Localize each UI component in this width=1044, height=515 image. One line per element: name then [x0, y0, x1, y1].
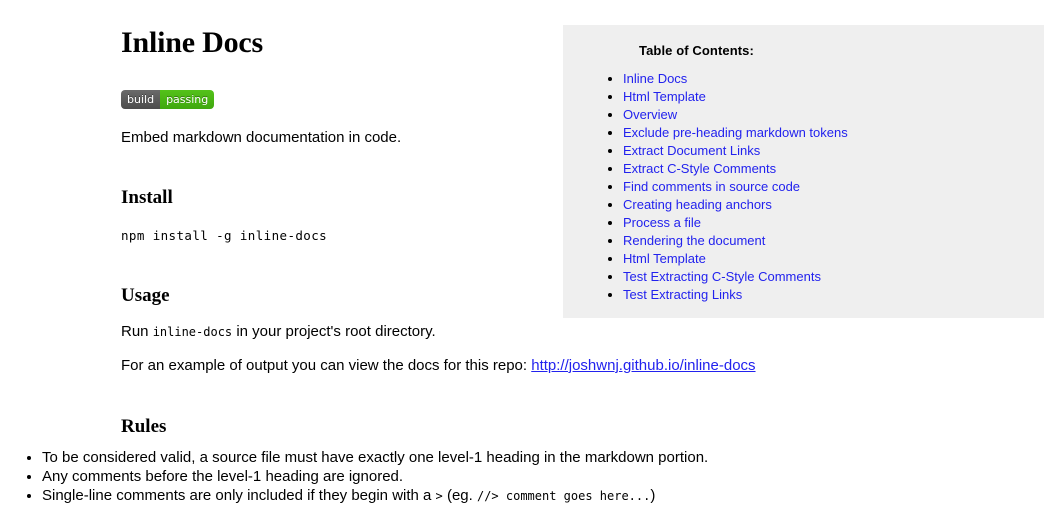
toc-title: Table of Contents:: [639, 43, 754, 58]
heading-usage: Usage: [121, 285, 170, 306]
heading-install: Install: [121, 187, 173, 208]
inline-code: //> comment goes here...: [476, 489, 651, 503]
usage-example-prefix: For an example of output you can view th…: [121, 357, 532, 374]
toc-list-item: Rendering the document: [623, 232, 1034, 250]
toc-list-item: Find comments in source code: [623, 178, 1034, 196]
usage-run-paragraph: Run inline-docs in your project's root d…: [121, 322, 436, 342]
tagline-text: Embed markdown documentation in code.: [121, 129, 402, 146]
toc-link[interactable]: Test Extracting Links: [623, 287, 742, 302]
toc-link[interactable]: Overview: [623, 107, 677, 122]
rules-list-item: Single-line comments are only included i…: [42, 486, 962, 506]
toc-list-item: Creating heading anchors: [623, 196, 1034, 214]
toc-link[interactable]: Test Extracting C-Style Comments: [623, 269, 821, 284]
rules-list-item: Any comments before the level-1 heading …: [42, 467, 962, 486]
rules-list-item: To be considered valid, a source file mu…: [42, 448, 962, 467]
badge-status: passing: [160, 90, 215, 109]
toc-list-item: Inline Docs: [623, 70, 1034, 88]
rule-text: To be considered valid, a source file mu…: [42, 449, 709, 466]
toc-list-item: Html Template: [623, 250, 1034, 268]
toc-link[interactable]: Html Template: [623, 251, 706, 266]
toc-list-item: Extract Document Links: [623, 142, 1034, 160]
rules-list: To be considered valid, a source file mu…: [20, 448, 962, 506]
toc-list-item: Test Extracting C-Style Comments: [623, 268, 1034, 286]
toc-link[interactable]: Extract Document Links: [623, 143, 760, 158]
toc-list-item: Html Template: [623, 88, 1034, 106]
toc-list-item: Extract C-Style Comments: [623, 160, 1034, 178]
usage-run-prefix: Run: [121, 323, 153, 340]
toc-list-item: Exclude pre-heading markdown tokens: [623, 124, 1034, 142]
toc-list-item: Test Extracting Links: [623, 286, 1034, 304]
toc-link[interactable]: Html Template: [623, 89, 706, 104]
toc-link[interactable]: Extract C-Style Comments: [623, 161, 776, 176]
toc-link[interactable]: Find comments in source code: [623, 179, 800, 194]
toc-list-item: Overview: [623, 106, 1034, 124]
usage-run-suffix: in your project's root directory.: [232, 323, 436, 340]
rule-text: Any comments before the level-1 heading …: [42, 468, 404, 485]
toc-link[interactable]: Inline Docs: [623, 71, 687, 86]
page-title: Inline Docs: [121, 26, 263, 59]
toc-link[interactable]: Process a file: [623, 215, 701, 230]
repo-docs-link[interactable]: http://joshwnj.github.io/inline-docs: [531, 357, 755, 374]
toc-list: Inline Docs Html Template Overview Exclude …: [601, 70, 1034, 304]
rule-text: (eg.: [442, 487, 477, 504]
install-command-code: npm install -g inline-docs: [121, 228, 328, 243]
rule-text: Single-line comments are only included i…: [42, 487, 436, 504]
toc-link[interactable]: Exclude pre-heading markdown tokens: [623, 125, 848, 140]
toc-link[interactable]: Creating heading anchors: [623, 197, 772, 212]
build-status-badge[interactable]: build passing: [121, 90, 215, 109]
usage-run-code: inline-docs: [152, 325, 233, 339]
inline-code: >: [435, 489, 443, 503]
toc-list-item: Process a file: [623, 214, 1034, 232]
rule-text: ): [650, 487, 656, 504]
usage-example-paragraph: For an example of output you can view th…: [121, 356, 756, 376]
heading-rules: Rules: [121, 416, 167, 437]
badge-label: build: [121, 90, 161, 109]
toc-link[interactable]: Rendering the document: [623, 233, 765, 248]
table-of-contents-panel: Table of Contents: Inline Docs Html Templ…: [563, 25, 1044, 318]
